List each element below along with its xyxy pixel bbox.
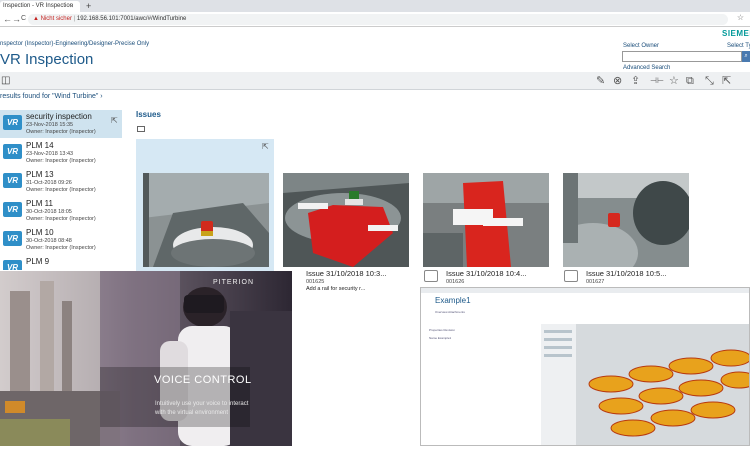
list-item[interactable]: VR PLM 10 30-Oct-2018 08:48 Owner: Inspe… [0,226,122,254]
screenshot-property: Name Example1 [429,336,452,340]
screenshot-tabs: Overview Attachments [435,310,465,314]
issue-id: 001625 [306,279,325,285]
tab-close-icon[interactable]: × [70,2,74,12]
list-item-owner: Owner: Inspector (Inspector) [26,158,96,164]
issue-thumbnail[interactable] [563,173,689,267]
screenshot-top-bar [421,288,749,293]
voice-control-subtitle-line2: with the virtual environment [155,410,229,416]
results-count[interactable]: results found for "Wind Turbine" › [0,93,103,100]
expand-icon[interactable]: ⤡ [705,74,714,88]
list-item-owner: Owner: Inspector (Inspector) [26,129,96,135]
issue-description: Add a rail for security r... [306,286,366,292]
not-secure-label: Nicht sicher [40,16,72,22]
vr-scene-illustration [0,271,292,446]
screen: Inspection - VR Inspection × + ← → C ▲ N… [0,0,750,450]
results-list: VR security inspection 23-Nov-2018 15:35… [0,108,125,270]
vr-logo-icon: VR [3,260,22,270]
list-item-title: PLM 13 [26,170,54,179]
select-owner-label[interactable]: Select Owner [623,43,659,49]
issue-thumbnail[interactable] [283,173,409,267]
browser-tab-bar: Inspection - VR Inspection × + [0,0,750,12]
issue-thumbnail[interactable] [423,173,549,267]
voice-control-title: VOICE CONTROL [154,374,252,386]
issue-title: Issue 31/10/2018 10:5... [586,269,667,278]
list-item-title: PLM 9 [26,257,50,266]
open-in-new-icon[interactable]: ⇱ [111,116,118,125]
list-item[interactable]: VR PLM 9 [0,255,122,270]
grid-view-icon[interactable] [137,126,145,132]
vr-logo-icon: VR [3,202,22,217]
voice-control-subtitle-line1: Intuitively use your voice to interact [155,401,249,407]
list-item-title: security inspection [26,112,92,121]
copy-icon[interactable]: ⧉ [686,74,694,88]
vr-logo-icon: VR [3,144,22,159]
screenshot-title: Example1 [435,296,471,305]
list-item-owner: Owner: Inspector (Inspector) [26,245,96,251]
page-title: VR Inspection [0,51,94,68]
toolbar: ◫ ✎ ⊗ ⇪ ⊣⊢ ☆ ⧉ ⤡ ⇱ [0,72,750,90]
list-item-title: PLM 14 [26,141,54,150]
advanced-search-link[interactable]: Advanced Search [623,65,670,71]
compare-icon[interactable]: ⊣⊢ [650,74,664,88]
warning-icon: ▲ [33,16,39,22]
list-item[interactable]: VR PLM 14 23-Nov-2018 13:43 Owner: Inspe… [0,139,122,167]
list-item-owner: Owner: Inspector (Inspector) [26,187,96,193]
list-item-date: 23-Nov-2018 13:43 [26,151,74,157]
browser-tab[interactable]: Inspection - VR Inspection × [0,1,80,12]
list-item[interactable]: VR PLM 13 31-Oct-2018 09:26 Owner: Inspe… [0,168,122,196]
teamcenter-3d-screenshot: Example1 Overview Attachments Properties… [420,287,750,446]
list-item-date: 31-Oct-2018 09:26 [26,180,72,186]
turbine-blades-render [541,324,749,445]
issue-icon [564,270,578,282]
open-icon[interactable]: ⇱ [722,74,731,88]
list-item-date: 30-Oct-2018 18:05 [26,209,72,215]
edit-icon[interactable]: ✎ [596,74,605,88]
piterion-logo: PITERION [213,279,255,286]
search-input[interactable] [622,51,742,62]
app-header: nspector (Inspector)-Engineering/Designe… [0,27,750,72]
vr-logo-icon: VR [3,115,22,130]
url-field[interactable]: ▲ Nicht sicher | 192.168.56.101:7001/awc… [28,14,728,25]
list-item-title: PLM 11 [26,199,53,208]
navigation-panel-icon[interactable]: ◫ [1,75,10,86]
list-item-date: 23-Nov-2018 15:35 [26,122,74,128]
list-item-owner: Owner: Inspector (Inspector) [26,216,96,222]
list-item[interactable]: VR PLM 11 30-Oct-2018 18:05 Owner: Inspe… [0,197,122,225]
bookmark-star-icon[interactable]: ☆ [737,13,744,22]
issue-title: Issue 31/10/2018 10:3... [306,269,387,278]
issue-id: 001627 [586,279,605,285]
tab-title: Inspection - VR Inspection [3,3,74,9]
issue-icon [424,270,438,282]
back-icon[interactable]: ← [3,13,12,25]
vr-logo-icon: VR [3,231,22,246]
issue-title: Issue 31/10/2018 10:4... [446,269,527,278]
issue-id: 001626 [446,279,465,285]
select-type-label[interactable]: Select Ty [727,43,750,49]
url-text: 192.168.56.101:7001/awc/#/WindTurbine [76,16,187,22]
list-item[interactable]: VR security inspection 23-Nov-2018 15:35… [0,110,122,138]
vr-logo-icon: VR [3,173,22,188]
breadcrumb[interactable]: nspector (Inspector)-Engineering/Designe… [0,41,149,47]
3d-viewer [541,324,749,445]
screenshot-section: Properties Revision [429,328,456,332]
cancel-icon[interactable]: ⊗ [613,74,622,88]
share-icon[interactable]: ⇪ [631,74,640,88]
address-bar-row: ← → C ▲ Nicht sicher | 192.168.56.101:70… [0,12,750,27]
search-icon[interactable]: ⌕ [742,51,750,62]
favorite-icon[interactable]: ☆ [669,74,679,88]
vr-voice-control-photo: PITERION VOICE CONTROL Intuitively use y… [0,271,292,446]
list-item-title: PLM 10 [26,228,54,237]
siemens-logo: SIEMENS [722,29,750,38]
forward-icon[interactable]: → [12,13,21,25]
issues-heading: Issues [136,110,161,119]
open-in-new-icon[interactable]: ⇱ [262,142,269,151]
reload-icon[interactable]: C [21,13,26,25]
list-item-date: 30-Oct-2018 08:48 [26,238,72,244]
new-tab-icon[interactable]: + [86,0,91,12]
issue-thumbnail[interactable] [143,173,269,267]
